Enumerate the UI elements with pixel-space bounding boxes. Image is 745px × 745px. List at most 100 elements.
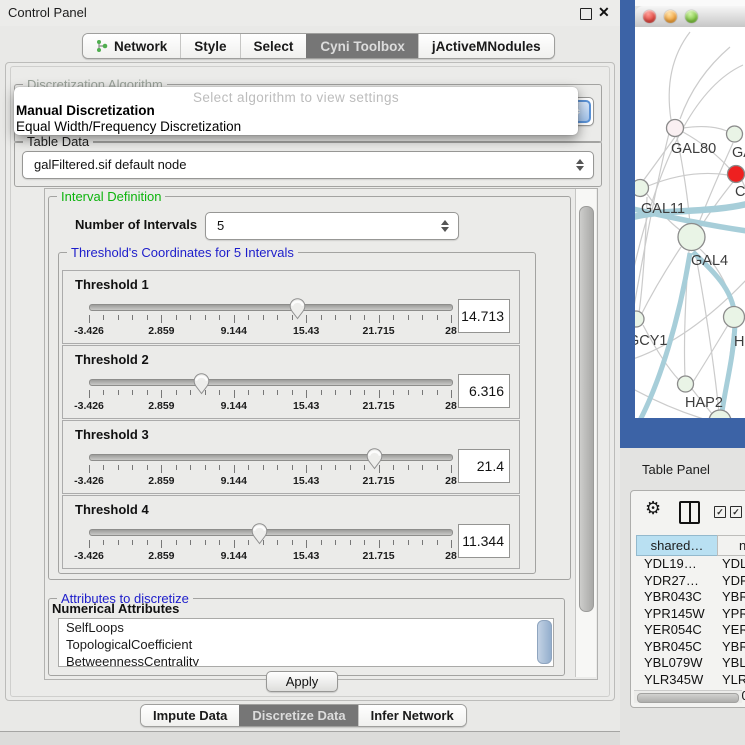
vertical-scrollbar[interactable] (575, 189, 596, 677)
table-row[interactable]: YLR345W YLR3 (636, 672, 745, 689)
network-node[interactable] (678, 224, 705, 251)
table-row[interactable]: YDR27… YDR2 (636, 573, 745, 590)
table-cell[interactable]: YBR045C (644, 639, 702, 655)
table-cell[interactable]: YDL19… (644, 556, 697, 572)
slider-tick (132, 315, 133, 320)
numerical-attributes-list[interactable]: SelfLoopsTopologicalCoefficientBetweenne… (58, 618, 554, 667)
network-node[interactable] (727, 126, 743, 142)
slider-track[interactable] (89, 379, 453, 386)
network-node[interactable] (709, 410, 731, 418)
top-tab-cyni-toolbox[interactable]: Cyni Toolbox (306, 34, 418, 58)
scrollbar-thumb[interactable] (579, 206, 594, 612)
network-canvas[interactable]: GAL80GACGAL11GAL4GCY1HHAP2 (635, 27, 745, 418)
table-row[interactable]: YBL079W YBL0 (636, 655, 745, 672)
threshold-value-field[interactable]: 11.344 (458, 524, 510, 558)
slider-tick (350, 540, 351, 545)
table-cell[interactable]: YBR0 (722, 639, 745, 655)
table-row[interactable]: YER054C YER0 (636, 622, 745, 639)
zoom-traffic-light[interactable] (685, 10, 698, 23)
table-row[interactable]: YBR045C YBR0 (636, 639, 745, 656)
slider-track[interactable] (89, 304, 453, 311)
horizontal-scrollbar[interactable] (634, 690, 742, 703)
checkbox-icon[interactable]: ✓ (730, 506, 742, 518)
slider-tick (248, 390, 249, 395)
network-node[interactable] (667, 120, 684, 137)
slider-track[interactable] (89, 529, 453, 536)
slider-thumb[interactable] (289, 298, 306, 325)
network-edge[interactable] (640, 247, 681, 317)
slider-tick (321, 540, 322, 545)
slider-track[interactable] (89, 454, 453, 461)
numerical-attributes-heading: Numerical Attributes (52, 601, 179, 616)
table-cell[interactable]: YBL0 (722, 655, 745, 671)
minimize-traffic-light[interactable] (664, 10, 677, 23)
bottom-tab-infer-network[interactable]: Infer Network (358, 705, 466, 726)
table-cell[interactable]: YDL1 (722, 556, 745, 572)
slider-thumb[interactable] (251, 523, 268, 550)
slider-thumb[interactable] (193, 373, 210, 400)
list-item[interactable]: SelfLoops (59, 619, 553, 636)
table-header-cell[interactable]: na (717, 535, 745, 556)
table-cell[interactable]: YBL079W (644, 655, 703, 671)
list-scrollbar-thumb[interactable] (537, 620, 552, 664)
threshold-value-field[interactable]: 6.316 (458, 374, 510, 408)
checkbox-icon[interactable]: ✓ (714, 506, 726, 518)
table-cell[interactable]: YDR27… (644, 573, 699, 589)
bottom-tab-impute-data[interactable]: Impute Data (141, 705, 239, 726)
top-tab-network[interactable]: Network (83, 34, 180, 58)
threshold-value-field[interactable]: 14.713 (458, 299, 510, 333)
table-cell[interactable]: YBR0 (722, 589, 745, 605)
top-tab-style[interactable]: Style (180, 34, 239, 58)
table-header-cell[interactable]: shared… (636, 535, 718, 556)
network-node[interactable] (635, 311, 644, 327)
slider-tick (263, 465, 264, 470)
table-cell[interactable]: YLR345W (644, 672, 703, 688)
float-window-icon[interactable] (580, 8, 592, 20)
network-view-window: GAL80GACGAL11GAL4GCY1HHAP2 (635, 6, 745, 418)
table-cell[interactable]: YLR3 (722, 672, 745, 688)
table-row[interactable]: YBR043C YBR0 (636, 589, 745, 606)
table-cell[interactable]: YPR145W (644, 606, 705, 622)
threshold-value-field[interactable]: 21.4 (458, 449, 510, 483)
popup-item[interactable]: Equal Width/Frequency Discretization (16, 119, 241, 134)
table-data-combo[interactable]: galFiltered.sif default node (22, 151, 594, 179)
network-node[interactable] (728, 166, 745, 183)
bottom-tab-discretize-data[interactable]: Discretize Data (239, 705, 357, 726)
slider-tick (89, 390, 90, 398)
popup-item[interactable]: Manual Discretization (16, 103, 155, 118)
network-edge[interactable] (680, 47, 730, 119)
slider-tick (277, 315, 278, 320)
table-row[interactable]: YPR145W YPR1 (636, 606, 745, 623)
close-traffic-light[interactable] (643, 10, 656, 23)
top-tab-jactivemnodules[interactable]: jActiveMNodules (418, 34, 554, 58)
table-cell[interactable]: YDR2 (722, 573, 745, 589)
network-edge[interactable] (693, 325, 728, 382)
close-icon[interactable]: ✕ (598, 4, 610, 21)
number-of-intervals-combo[interactable]: 5 (205, 212, 459, 240)
list-item[interactable]: BetweennessCentrality (59, 653, 553, 667)
table-cell[interactable]: YER054C (644, 622, 702, 638)
slider-tick (364, 465, 365, 470)
scrollbar-thumb[interactable] (637, 693, 739, 703)
network-node[interactable] (635, 180, 649, 197)
table-cell[interactable]: YBR043C (644, 589, 702, 605)
network-node[interactable] (678, 376, 694, 392)
slider-thumb[interactable] (366, 448, 383, 475)
split-columns-icon[interactable] (679, 501, 700, 524)
slider-tick (89, 540, 90, 548)
slider-tick (306, 540, 307, 548)
slider-tick (321, 465, 322, 470)
table-cell[interactable]: YER0 (722, 622, 745, 638)
apply-button[interactable]: Apply (266, 671, 338, 692)
table-cell[interactable]: YPR1 (722, 606, 745, 622)
top-tab-select[interactable]: Select (240, 34, 307, 58)
slider-tick (161, 540, 162, 548)
gear-icon[interactable]: ⚙ (645, 499, 661, 517)
slider-tick (161, 465, 162, 473)
network-window-titlebar[interactable] (635, 6, 745, 28)
list-item[interactable]: TopologicalCoefficient (59, 636, 553, 653)
table-row[interactable]: YDL19… YDL1 (636, 556, 745, 573)
network-node[interactable] (724, 307, 745, 328)
network-edge[interactable] (683, 127, 727, 131)
network-edge[interactable] (669, 32, 690, 120)
